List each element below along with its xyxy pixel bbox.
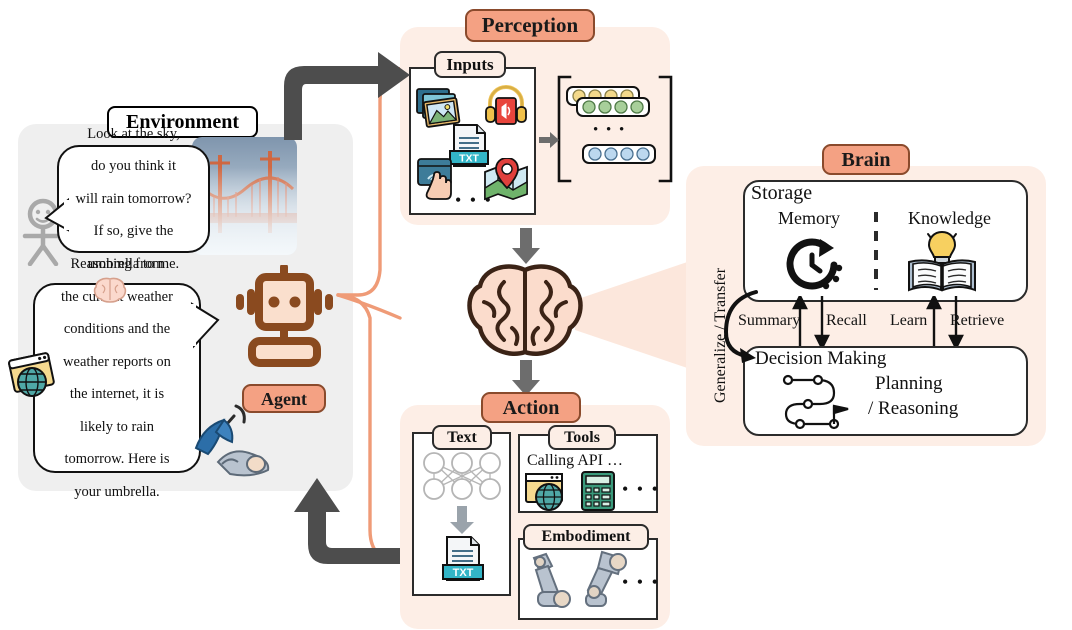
embodiment-ellipsis: • • • [622, 572, 660, 592]
web-browser-globe-icon [6, 350, 62, 400]
embodiment-label-badge: Embodiment [523, 524, 649, 550]
clock-history-icon [782, 235, 852, 297]
agent-label-badge: Agent [242, 384, 326, 413]
robot-gripper-icon [212, 440, 274, 480]
tools-label-badge: Tools [548, 425, 616, 450]
inputs-ellipsis: • • • [455, 190, 493, 210]
blue-token-row [582, 144, 656, 164]
text-label-badge: Text [432, 425, 492, 450]
brain-to-action-arrow [512, 360, 540, 396]
inputs-label: Inputs [446, 55, 494, 74]
perception-label-badge: Perception [465, 9, 595, 42]
robot-arm-icon [524, 552, 582, 614]
embedding-ellipsis: • • • [593, 122, 627, 138]
recall-arrow-label: Recall [826, 312, 867, 329]
tools-web-browser-globe-icon [524, 472, 572, 512]
summary-arrow-label: Summary [738, 312, 801, 329]
agent-label: Agent [261, 388, 307, 409]
embodiment-label: Embodiment [541, 528, 631, 545]
inputs-label-badge: Inputs [434, 51, 506, 78]
text-label: Text [447, 428, 477, 446]
memory-label: Memory [778, 208, 840, 228]
tools-ellipsis: • • • [622, 479, 660, 499]
output-text-file-txt-icon: TXT [440, 534, 485, 586]
audio-headphones-icon [485, 85, 527, 127]
perception-label: Perception [481, 13, 579, 37]
retrieve-arrow-label: Retrieve [950, 312, 1005, 329]
tools-label: Tools [564, 428, 600, 446]
decision-making-label: Decision Making [755, 348, 887, 369]
action-label-badge: Action [481, 392, 581, 423]
flowchart-planning-icon [778, 372, 864, 430]
open-book-lightbulb-icon [905, 222, 979, 294]
calling-api-caption: Calling API … [527, 452, 624, 469]
brain-label-badge: Brain [822, 144, 910, 175]
brain-label: Brain [841, 148, 891, 171]
svg-text:TXT: TXT [453, 567, 474, 579]
user-speech-bubble: Look at the sky, do you think it will ra… [57, 126, 210, 272]
storage-label: Storage [751, 182, 813, 204]
robot-head-icon [232, 265, 337, 375]
green-token-row [576, 97, 650, 117]
brain-icon-small [92, 276, 128, 304]
svg-text:TXT: TXT [459, 153, 479, 165]
neural-network-icon [420, 450, 504, 502]
perception-to-brain-arrow [512, 228, 540, 264]
user-bubble-text: Look at the sky, do you think it will ra… [75, 125, 192, 272]
planning-label-line2: / Reasoning [868, 398, 959, 419]
brain-icon [464, 262, 586, 362]
action-label: Action [502, 396, 560, 419]
generalize-transfer-label: Generalize / Transfer [712, 267, 729, 403]
calculator-icon [580, 470, 616, 512]
learn-arrow-label: Learn [890, 312, 928, 329]
planning-label-line1: Planning [875, 373, 943, 394]
